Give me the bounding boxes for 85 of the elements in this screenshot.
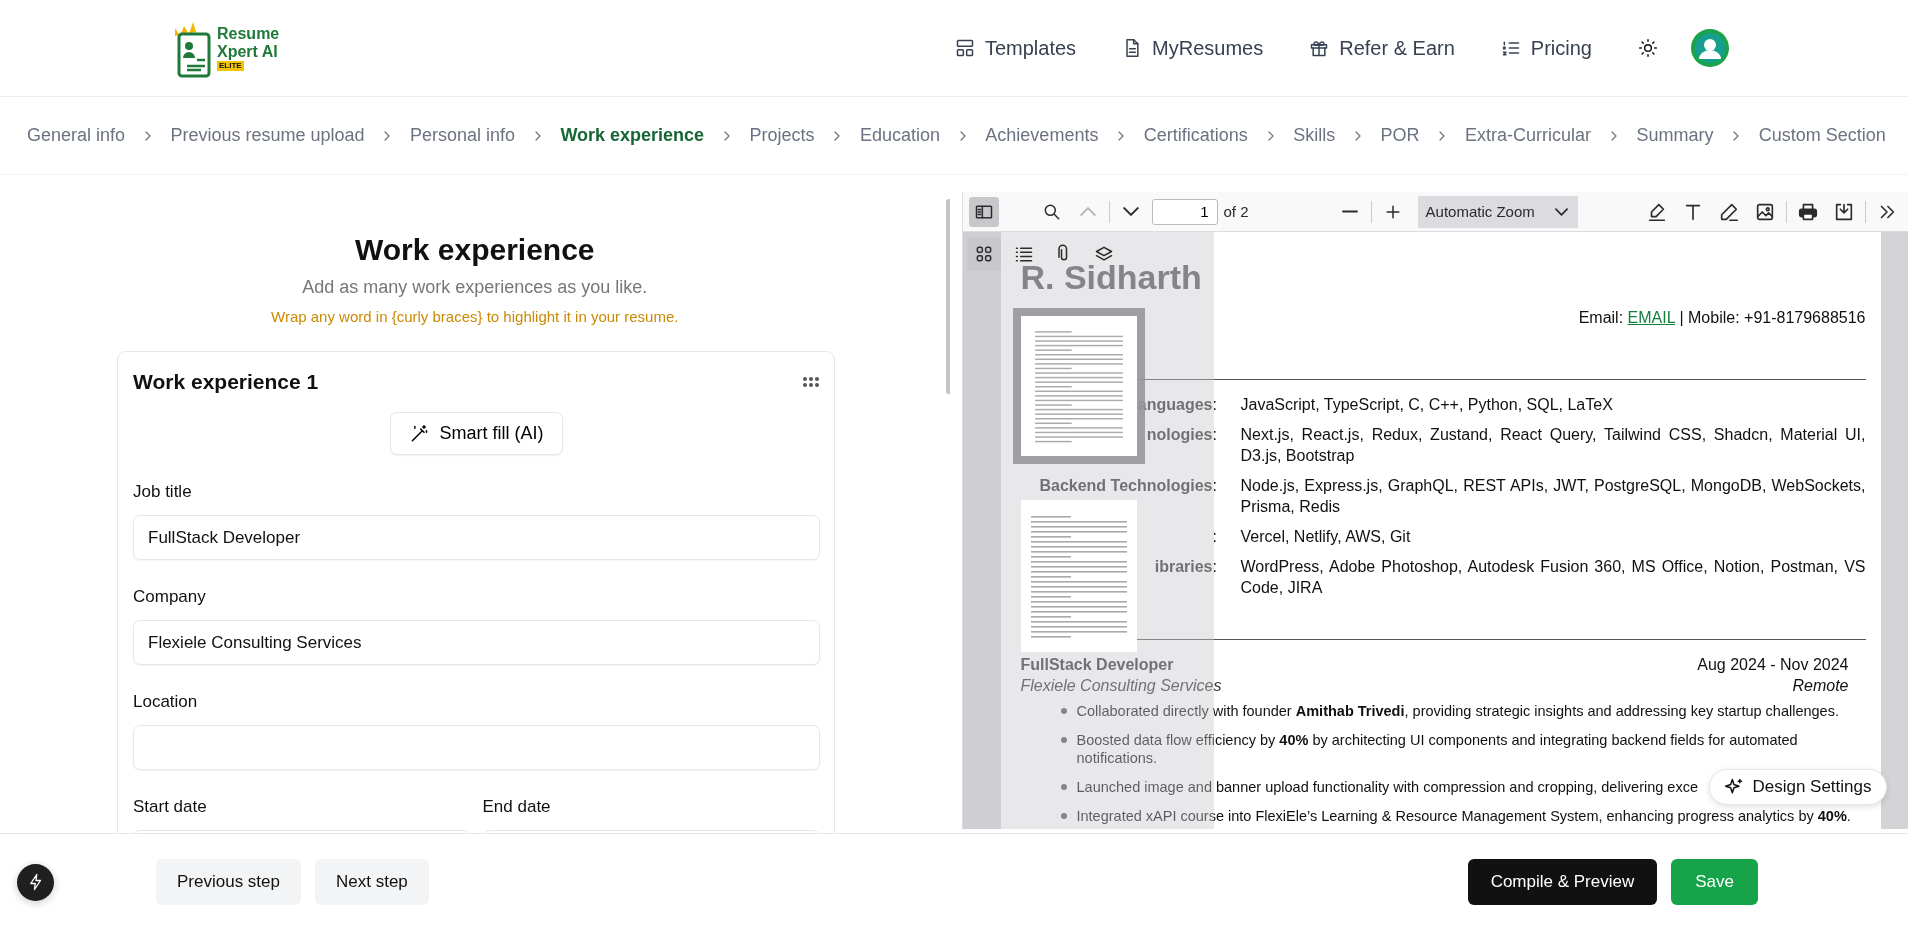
sidebar-view-tab[interactable] (966, 237, 1001, 271)
skill-list: Vercel, Netlify, AWS, Git (1240, 526, 1866, 547)
field-label: Company (133, 587, 207, 607)
skill-list: WordPress, Adobe Photoshop, Autodesk Fusion 360, MS Office, Notion, Postman, VS Code, JIRA (1240, 556, 1866, 598)
page-title: Work experience (353, 233, 596, 267)
colon: : (1212, 476, 1218, 496)
bullet-text: Launched image and banner upload functionality with compression and cropping, delivering exce (1076, 778, 1698, 796)
list-icon (1500, 38, 1521, 58)
step-tab[interactable]: Certifications (1143, 125, 1248, 146)
page-subtitle: Add as many work experiences as you like. (301, 277, 649, 298)
step-button[interactable]: Next step (315, 859, 429, 905)
colon: : (1212, 527, 1218, 547)
colon: : (1212, 395, 1218, 415)
bullet-text: Boosted data flow efficiency by 40% by architecting UI components and integrating backend fields for automated notifications. (1076, 731, 1799, 767)
bullet-icon (1060, 813, 1067, 819)
skill-list: Node.js, Express.js, GraphQL, REST APIs, JWT, PostgreSQL, MongoDB, WebSockets, Prisma, Redis (1240, 475, 1866, 517)
drag-handle-icon[interactable] (802, 376, 820, 388)
card-title: Work experience 1 (133, 370, 319, 394)
chevron-up-icon (1079, 207, 1096, 216)
layout-icon (954, 38, 975, 58)
job-title: FullStack Developer (1020, 655, 1174, 675)
zoom-select[interactable]: Automatic Zoom (1417, 195, 1578, 228)
field-label: Start date (133, 797, 208, 817)
job-dates: Aug 2024 - Nov 2024 (1697, 655, 1849, 675)
skill-label: ibraries (1153, 557, 1213, 577)
job-location: Remote (1792, 676, 1849, 696)
step-button[interactable]: Previous step (156, 859, 301, 905)
field-label: Job title (133, 482, 193, 502)
nav-link[interactable]: MyResumes (1122, 36, 1264, 60)
minus-icon (1341, 210, 1358, 213)
nav-link[interactable]: Pricing (1500, 36, 1592, 60)
page-number-field[interactable]: 1 (1151, 198, 1218, 225)
compile-button[interactable]: Compile & Preview (1467, 859, 1658, 905)
smart-fill-button[interactable]: Smart fill (AI) (390, 412, 563, 455)
scrollbar[interactable] (946, 199, 950, 394)
step-tab[interactable]: Achievements (985, 125, 1099, 146)
sun-icon[interactable] (1638, 38, 1658, 58)
elite-badge: ELITE (217, 61, 244, 71)
field-label: Location (133, 692, 199, 712)
step-tab[interactable]: Work experience (560, 125, 705, 146)
colon: : (1212, 425, 1218, 445)
lightning-button[interactable] (17, 863, 54, 901)
bullet-text: Collaborated directly with founder Amithab Trivedi, providing strategic insights and addressing key startup challenges. (1076, 702, 1839, 720)
email-link[interactable]: EMAIL (1627, 309, 1675, 326)
nav-link[interactable]: Refer & Earn (1309, 36, 1455, 60)
bullet-icon (1060, 784, 1067, 790)
step-tab[interactable]: Skills (1293, 125, 1336, 146)
text-field[interactable]: Flexiele Consulting Services (133, 620, 820, 665)
step-tab[interactable]: Custom Section (1758, 125, 1886, 146)
bullet-icon (1060, 708, 1067, 714)
step-tab[interactable]: Projects (749, 125, 815, 146)
company-name: Flexiele Consulting Services (1020, 676, 1222, 696)
design-settings-button[interactable]: Design Settings (1709, 769, 1887, 805)
skill-label: nologies (1145, 425, 1213, 445)
bullet-icon (1060, 737, 1067, 743)
outline-icon (1013, 244, 1034, 264)
step-tab[interactable]: POR (1380, 125, 1420, 146)
chevron-down-icon (1122, 207, 1139, 216)
text-field[interactable] (133, 725, 820, 770)
page-count: of 2 (1223, 203, 1249, 220)
skill-list: JavaScript, TypeScript, C, C++, Python, SQL, LaTeX (1240, 394, 1866, 415)
step-tab[interactable]: Personal info (409, 125, 515, 146)
page-thumbnail-drawing[interactable] (1020, 500, 1137, 652)
colon: : (1212, 557, 1218, 577)
avatar-icon[interactable] (1690, 28, 1730, 68)
skill-list: Next.js, React.js, Redux, Zustand, React Query, Tailwind CSS, Shadcn, Material UI, D3.js, Bootstrap (1240, 424, 1866, 466)
step-tab[interactable]: Summary (1636, 125, 1714, 146)
sparkle-icon (1724, 777, 1745, 797)
sidebar-toggle[interactable] (968, 196, 999, 227)
step-tab[interactable]: Education (859, 125, 940, 146)
nav-link[interactable]: Templates (954, 36, 1077, 60)
field-label: End date (482, 797, 552, 817)
text-field[interactable]: FullStack Developer (133, 515, 820, 560)
gift-icon (1309, 38, 1330, 58)
hint-text: Wrap any word in {curly braces} to highlight it in your resume. (270, 308, 680, 325)
caret-icon (1554, 207, 1568, 216)
skill-label: Backend Technologies (1038, 476, 1213, 496)
resume-name: R. Sidharth (1020, 257, 1202, 297)
logo-text: Xpert AI (217, 43, 279, 61)
step-tab[interactable]: General info (27, 125, 126, 146)
logo-text: Resume (217, 25, 280, 43)
magic-wand-icon (409, 423, 430, 444)
bullet-text: Integrated xAPI course into FlexiEle’s Learning & Resource Management System, enhancing progress analytics by 40%. (1076, 807, 1851, 825)
step-tab[interactable]: Extra-Curricular (1465, 125, 1591, 146)
step-tab[interactable]: Previous resume upload (170, 125, 365, 146)
